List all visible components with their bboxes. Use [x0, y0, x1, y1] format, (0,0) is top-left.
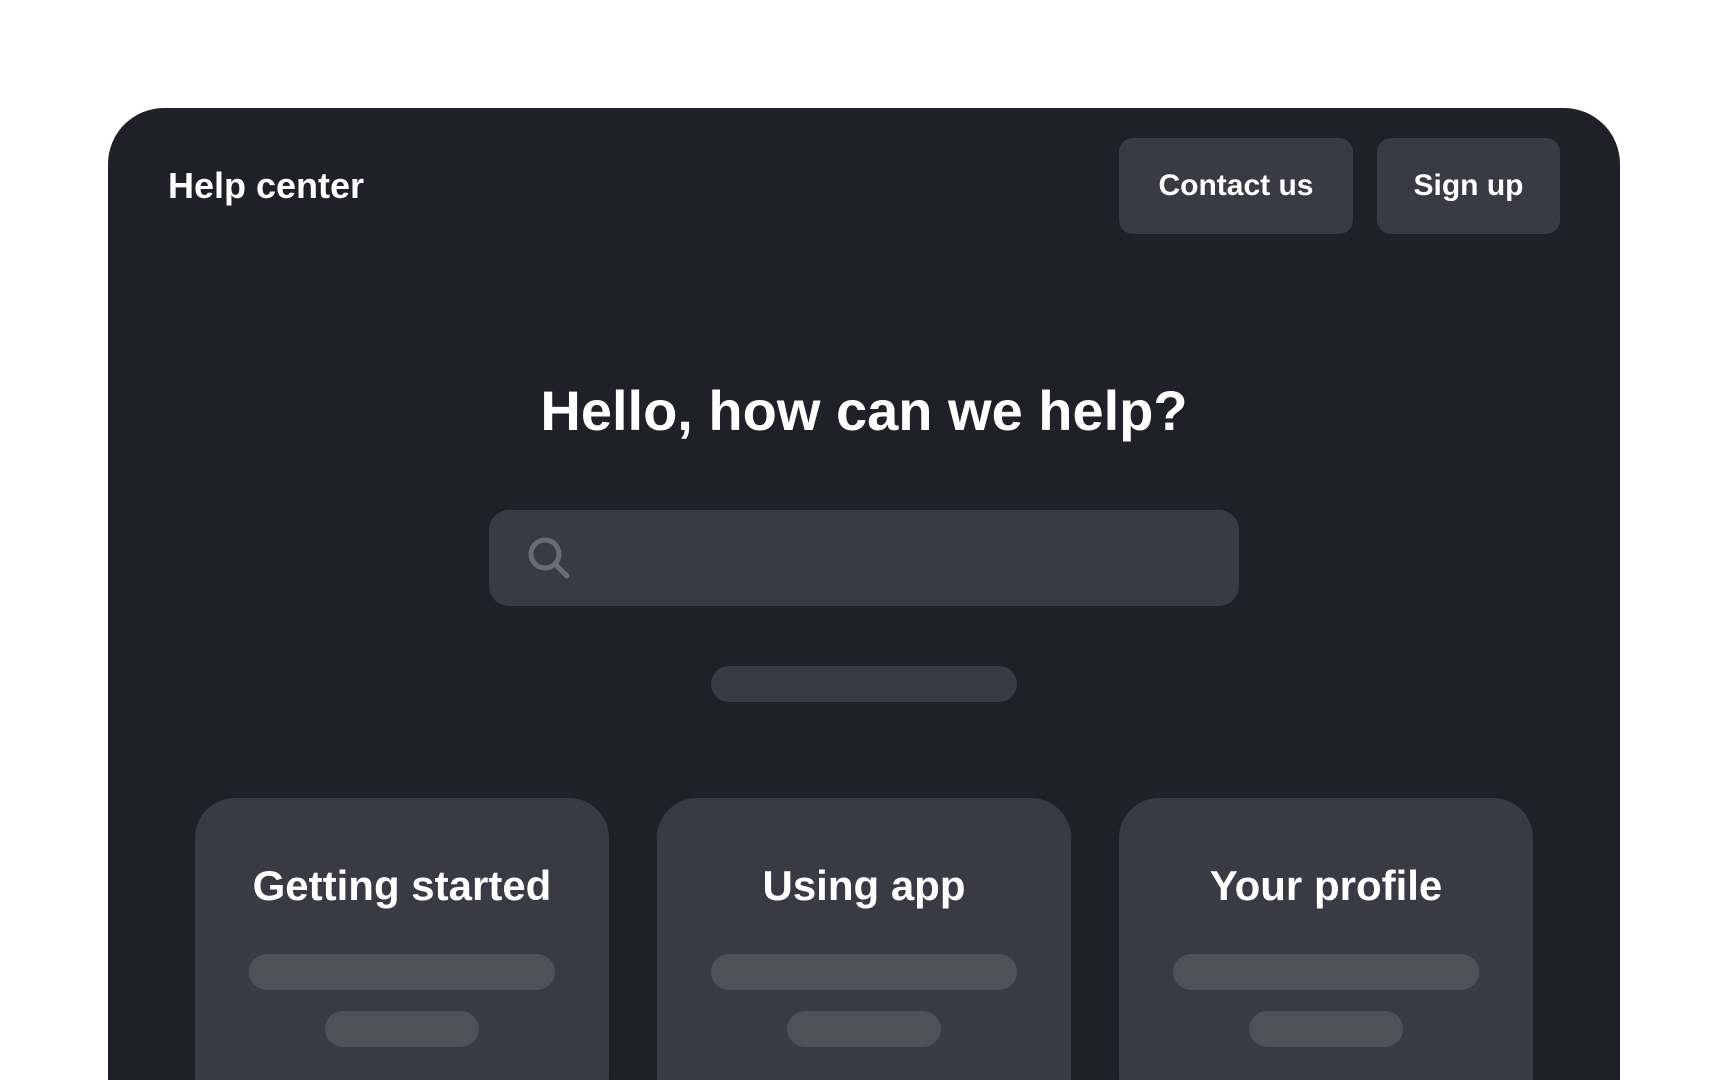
hero-subtitle-placeholder [711, 666, 1017, 702]
category-card-your-profile[interactable]: Your profile [1119, 798, 1533, 1080]
category-card-line-placeholder [711, 954, 1017, 990]
help-center-frame: Help center Contact us Sign up Hello, ho… [108, 108, 1620, 1080]
category-card-title: Your profile [1209, 862, 1443, 909]
search-bar[interactable] [489, 510, 1239, 606]
sign-up-button[interactable]: Sign up [1377, 138, 1560, 234]
category-card-line-placeholder [325, 1011, 479, 1047]
contact-us-button[interactable]: Contact us [1119, 138, 1353, 234]
category-card-line-placeholder [1173, 954, 1479, 990]
hero-headline: Hello, how can we help? [540, 379, 1188, 442]
category-card-title: Using app [762, 862, 966, 909]
category-card-using-app[interactable]: Using app [657, 798, 1071, 1080]
category-card-line-placeholder [1249, 1011, 1403, 1047]
category-card-line-placeholder [787, 1011, 941, 1047]
search-icon [525, 534, 573, 582]
brand-title: Help center [168, 165, 365, 206]
category-card-title: Getting started [252, 862, 552, 909]
category-card-getting-started[interactable]: Getting started [195, 798, 609, 1080]
category-card-line-placeholder [249, 954, 555, 990]
search-input[interactable] [573, 510, 1239, 606]
